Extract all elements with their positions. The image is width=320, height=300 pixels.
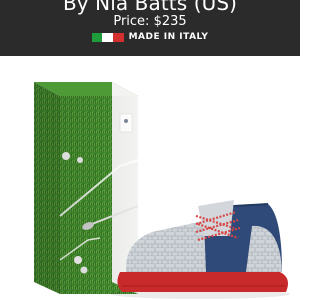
product-page: By Nia Batts (US) Price: $235 MADE IN IT…: [0, 0, 300, 300]
made-in-badge: MADE IN ITALY: [0, 31, 300, 43]
shoe-box: [34, 82, 139, 294]
italy-flag-icon: [91, 32, 124, 42]
sneaker: [117, 200, 288, 292]
made-in-label: MADE IN ITALY: [128, 32, 209, 42]
designer-title: By Nia Batts (US): [62, 0, 238, 15]
product-header: By Nia Batts (US) Price: $235 MADE IN IT…: [0, 0, 300, 56]
product-image: [34, 82, 290, 299]
product-price: Price: $235: [113, 14, 187, 29]
